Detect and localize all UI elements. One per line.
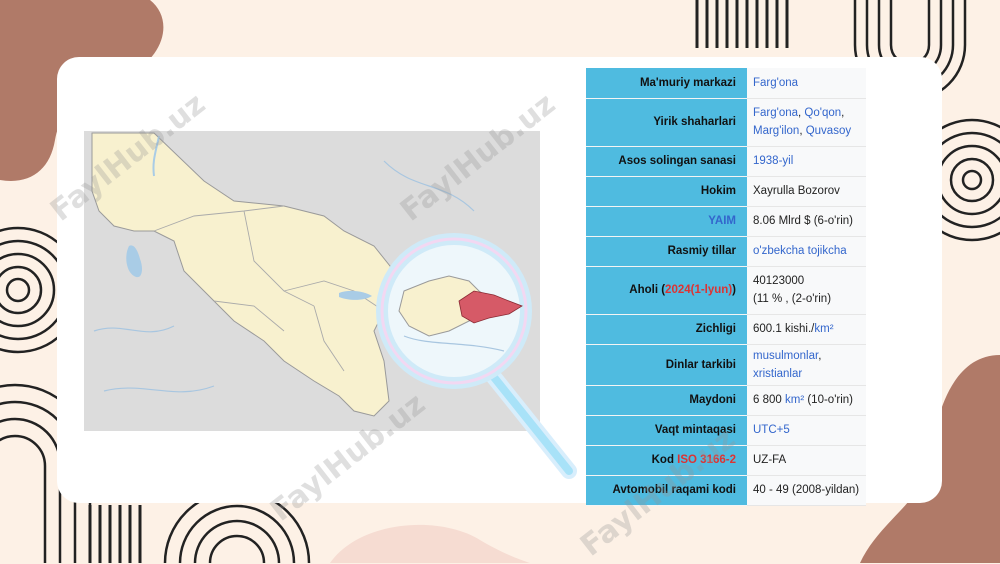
value-area-rank: (10-o'rin): [804, 394, 854, 406]
value-gdp: 8.06 Mlrd $ (6-o'rin): [747, 206, 866, 237]
value-hokim: Xayrulla Bozorov: [747, 176, 866, 207]
label-auto-code: Avtomobil raqami kodi: [586, 475, 747, 506]
label-founded: Asos solingan sanasi: [586, 146, 747, 177]
infobox-row-population: Aholi (2024(1-lyun)) 40123000 (11 % , (2-…: [586, 266, 866, 315]
link-center[interactable]: Farg'ona: [753, 77, 798, 89]
value-population-rank: (11 % , (2-o'rin): [753, 293, 832, 305]
infobox-row-founded: Asos solingan sanasi 1938-yil: [586, 146, 866, 177]
link-city-quvasoy[interactable]: Quvasoy: [806, 125, 851, 137]
label-hokim: Hokim: [586, 176, 747, 207]
separator: ,: [818, 349, 822, 362]
link-city-margilon[interactable]: Marg'ilon: [753, 125, 799, 137]
label-density: Zichligi: [586, 314, 747, 345]
infobox-row-languages: Rasmiy tillar o'zbekcha tojikcha: [586, 236, 866, 267]
infobox-row-auto-code: Avtomobil raqami kodi 40 - 49 (2008-yild…: [586, 475, 866, 506]
link-timezone[interactable]: UTC+5: [753, 424, 790, 436]
link-iso-code[interactable]: ISO 3166-2: [677, 454, 736, 466]
infobox-row-hokim: Hokim Xayrulla Bozorov: [586, 176, 866, 207]
stripes-bottom: [88, 505, 142, 563]
link-area-km2[interactable]: km²: [785, 394, 804, 406]
link-population-date[interactable]: 2024(1-lyun): [665, 284, 732, 296]
label-area: Maydoni: [586, 385, 747, 416]
label-center: Ma'muriy markazi: [586, 68, 747, 99]
label-population-end: ): [732, 284, 736, 296]
label-population: Aholi (: [629, 284, 666, 296]
link-languages[interactable]: o'zbekcha tojikcha: [753, 245, 847, 257]
infobox-row-density: Zichligi 600.1 kishi./km²: [586, 314, 866, 345]
link-religion-muslim[interactable]: musulmonlar: [753, 350, 818, 362]
separator: ,: [841, 107, 845, 119]
infobox-row-area: Maydoni 6 800 km² (10-o'rin): [586, 385, 866, 416]
link-km2[interactable]: km²: [814, 323, 833, 335]
link-city-fargona[interactable]: Farg'ona: [753, 107, 798, 119]
link-religion-christian[interactable]: xristianlar: [753, 368, 802, 380]
value-density: 600.1 kishi./: [753, 323, 815, 335]
uzbekistan-map: [84, 131, 577, 479]
stripes-top-right: [695, 0, 789, 48]
label-cities: Yirik shaharlari: [586, 98, 747, 147]
value-auto-code: 40 - 49 (2008-yildan): [747, 475, 866, 506]
value-code: UZ-FA: [747, 445, 866, 476]
link-gdp-label[interactable]: YAIM: [708, 215, 736, 227]
infobox-row-code: Kod ISO 3166-2 UZ-FA: [586, 445, 866, 476]
infobox-row-gdp: YAIM 8.06 Mlrd $ (6-o'rin): [586, 206, 866, 237]
infobox-row-religion: Dinlar tarkibi musulmonlar, xristianlar: [586, 344, 866, 386]
infobox-row-timezone: Vaqt mintaqasi UTC+5: [586, 415, 866, 446]
infobox-row-cities: Yirik shaharlari Farg'ona, Qo'qon, Marg'i…: [586, 98, 866, 147]
value-population: 40123000: [753, 275, 805, 287]
pink-blob-bottom: [330, 524, 530, 563]
label-code: Kod: [651, 454, 678, 466]
link-city-qoqon[interactable]: Qo'qon: [804, 107, 841, 119]
link-founded[interactable]: 1938-yil: [753, 155, 793, 167]
label-languages: Rasmiy tillar: [586, 236, 747, 267]
label-religion: Dinlar tarkibi: [586, 344, 747, 386]
infobox-row-center: Ma'muriy markazi Farg'ona: [586, 68, 866, 99]
value-area: 6 800: [753, 394, 785, 406]
region-infobox: Ma'muriy markazi Farg'ona Yirik shaharla…: [586, 68, 866, 506]
label-timezone: Vaqt mintaqasi: [586, 415, 747, 446]
